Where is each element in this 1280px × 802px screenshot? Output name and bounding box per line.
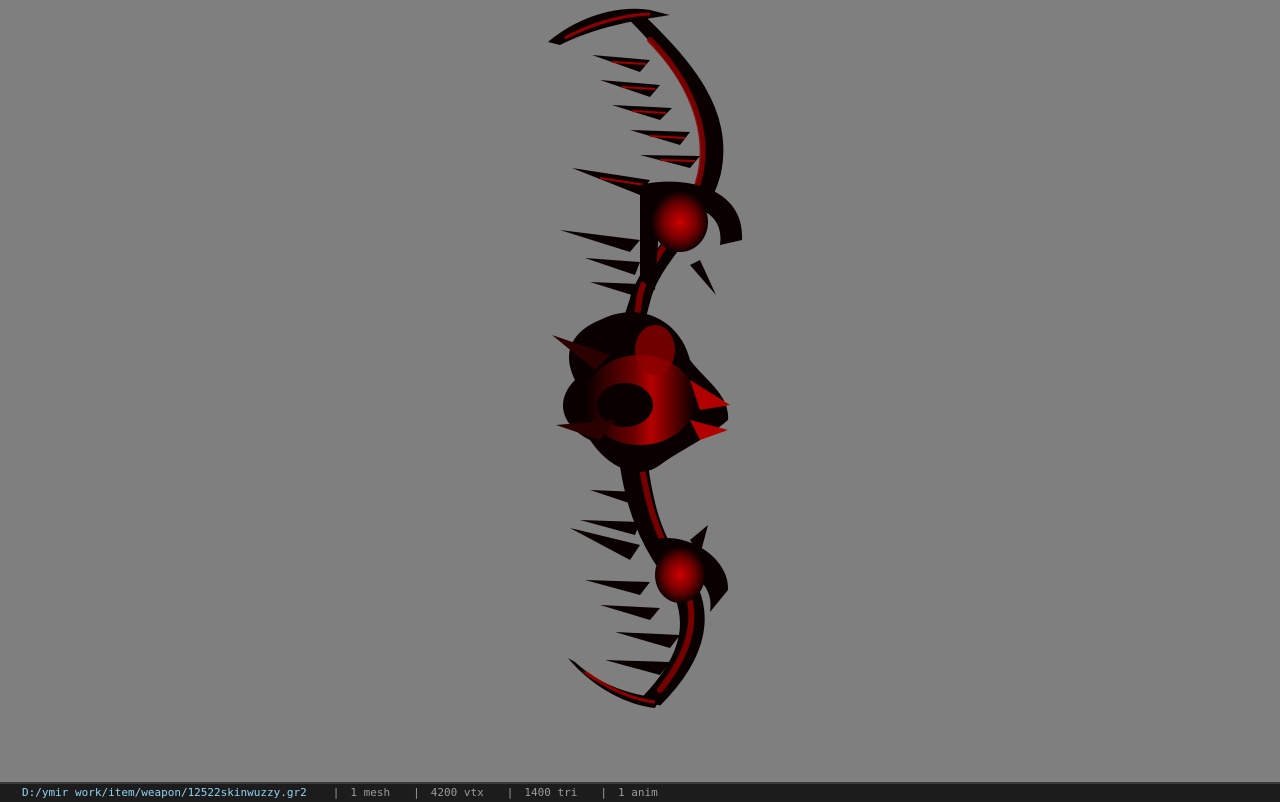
anim-count: 1 anim (618, 786, 658, 799)
separator: | (413, 786, 420, 799)
status-bar: D:/ymir work/item/weapon/12522skinwuzzy.… (0, 782, 1280, 802)
separator: | (332, 786, 340, 799)
file-path: D:/ymir work/item/weapon/12522skinwuzzy.… (22, 786, 307, 799)
vertex-count: 4200 vtx (430, 786, 484, 799)
separator: | (506, 786, 514, 799)
separator: | (600, 786, 607, 799)
center-grip (552, 312, 730, 472)
upper-ornament (640, 181, 743, 295)
3d-viewport[interactable] (0, 0, 1280, 780)
upper-spikes (560, 55, 700, 296)
triangle-count: 1400 tri (524, 786, 578, 799)
mesh-count: 1 mesh (350, 786, 391, 799)
bow-model[interactable] (0, 0, 1280, 780)
